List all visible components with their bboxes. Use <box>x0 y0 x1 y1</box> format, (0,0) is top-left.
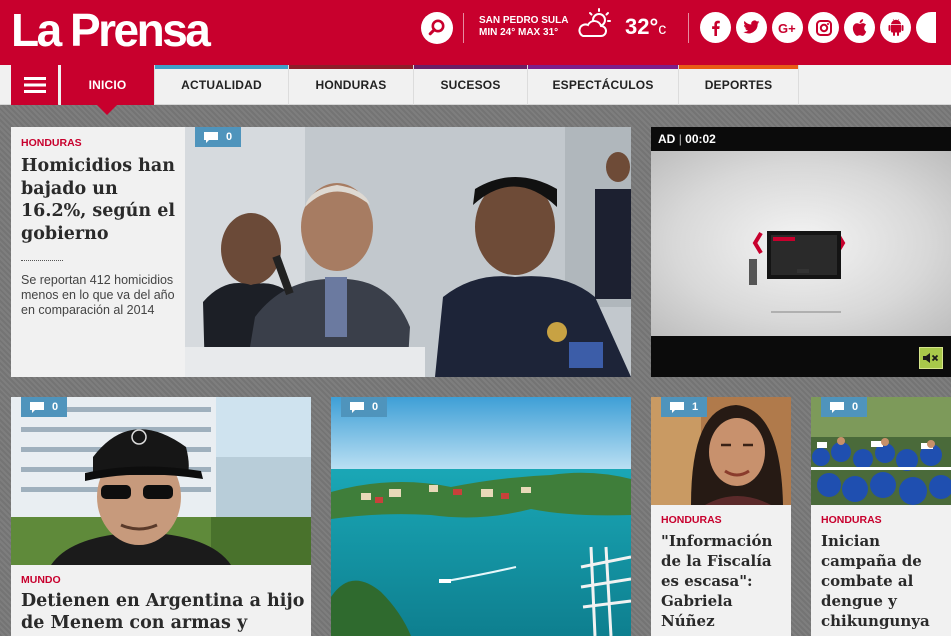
nav-tab-sucesos[interactable]: SUCESOS <box>413 65 527 105</box>
ad-timer: AD | 00:02 <box>658 132 716 146</box>
section-tag[interactable]: HONDURAS <box>21 137 179 149</box>
mute-button[interactable] <box>919 347 943 369</box>
temperature-unit: c <box>658 21 667 38</box>
ad-video-frame[interactable] <box>651 151 951 339</box>
story-photo[interactable] <box>331 397 631 636</box>
svg-text:G+: G+ <box>778 21 796 35</box>
hamburger-menu-button[interactable] <box>11 65 58 105</box>
video-ad-player[interactable]: AD | 00:02 <box>651 127 951 377</box>
search-button[interactable] <box>421 12 453 44</box>
search-icon <box>428 19 445 36</box>
more-social-button[interactable] <box>916 12 936 43</box>
comment-count-badge[interactable]: 0 <box>821 397 868 417</box>
story-headline[interactable]: Inician campaña de combate al dengue y c… <box>821 531 947 631</box>
comment-count: 0 <box>226 131 233 143</box>
comment-count-badge[interactable]: 0 <box>195 127 242 147</box>
instagram-button[interactable] <box>808 12 839 43</box>
nav-tab-deportes[interactable]: DEPORTES <box>678 65 799 105</box>
nav-tab-color-bar <box>679 65 798 69</box>
facebook-button[interactable] <box>700 12 731 43</box>
section-tag[interactable]: MUNDO <box>21 574 306 586</box>
nav-tab-label: SUCESOS <box>440 78 501 92</box>
section-tag[interactable]: HONDURAS <box>661 514 787 526</box>
social-links: G+ <box>700 12 936 43</box>
comment-icon <box>204 131 218 143</box>
nav-tab-color-bar <box>414 65 527 69</box>
comment-icon <box>350 401 364 413</box>
android-app-button[interactable] <box>880 12 911 43</box>
man-with-cap-image <box>11 397 311 565</box>
apple-app-button[interactable] <box>844 12 875 43</box>
speaker-muted-icon <box>923 353 939 363</box>
story-card-photo[interactable]: 0 <box>331 397 631 636</box>
comment-count: 0 <box>52 401 59 413</box>
googleplus-button[interactable]: G+ <box>772 12 803 43</box>
story-headline[interactable]: "Información de la Fiscalía es escasa": … <box>661 531 787 631</box>
nav-tab-label: DEPORTES <box>704 78 773 92</box>
story-text: HONDURAS Inician campaña de combate al d… <box>821 514 947 631</box>
ad-label: AD <box>658 132 676 146</box>
nav-tab-label: HONDURAS <box>315 78 387 92</box>
comment-icon <box>830 401 844 413</box>
weather-info: SAN PEDRO SULA MIN 24° MAX 31° <box>479 15 568 39</box>
featured-summary: Se reportan 412 homicidios menos en lo q… <box>21 273 175 317</box>
featured-story-card[interactable]: HONDURAS Homicidios han bajado un 16.2%,… <box>11 127 631 377</box>
top-header: La Prensa SAN PEDRO SULA MIN 24° MAX 31°… <box>0 0 951 65</box>
hamburger-icon <box>23 77 46 93</box>
featured-story-photo[interactable] <box>185 127 631 377</box>
featured-story-text: HONDURAS Homicidios han bajado un 16.2%,… <box>21 137 179 318</box>
temperature: 32°c <box>625 14 666 40</box>
comment-count: 0 <box>372 401 379 413</box>
story-headline[interactable]: Detienen en Argentina a hijo de Menem co… <box>21 590 306 636</box>
active-tab-indicator <box>97 105 117 115</box>
googleplus-icon: G+ <box>778 21 796 35</box>
story-card-mundo[interactable]: 0 MUNDO Detienen en Argentina a hijo de … <box>11 397 311 636</box>
weather-city-name: SAN PEDRO SULA <box>479 15 569 26</box>
comment-icon <box>30 401 44 413</box>
story-text: MUNDO Detienen en Argentina a hijo de Me… <box>21 574 306 636</box>
nav-tab-espectaculos[interactable]: ESPECTÁCULOS <box>527 65 678 105</box>
comment-count-badge[interactable]: 0 <box>21 397 68 417</box>
island-harbor-image <box>331 397 631 636</box>
apple-icon <box>852 19 867 36</box>
main-navigation: INICIO ACTUALIDAD HONDURAS SUCESOS ESPEC… <box>0 65 951 105</box>
nav-tab-label: ACTUALIDAD <box>181 78 262 92</box>
twitter-button[interactable] <box>736 12 767 43</box>
temperature-value: 32° <box>625 14 659 39</box>
nav-tab-label: INICIO <box>88 78 127 92</box>
comment-count-badge[interactable]: 1 <box>661 397 708 417</box>
twitter-icon <box>743 20 760 34</box>
partly-cloudy-icon <box>578 8 611 37</box>
comment-icon <box>670 401 684 413</box>
ad-separator: | <box>678 132 682 146</box>
headline-divider <box>21 260 63 261</box>
comment-count: 0 <box>852 401 859 413</box>
nav-tab-color-bar <box>528 65 678 69</box>
nav-tab-label: ESPECTÁCULOS <box>552 78 654 92</box>
section-tag[interactable]: HONDURAS <box>821 514 947 526</box>
nav-tab-color-bar <box>155 65 288 69</box>
story-card-honduras-fiscalia[interactable]: 1 HONDURAS "Información de la Fiscalía e… <box>651 397 791 636</box>
android-icon <box>888 19 903 36</box>
comment-count-badge[interactable]: 0 <box>341 397 388 417</box>
header-divider <box>688 13 689 43</box>
nav-tab-actualidad[interactable]: ACTUALIDAD <box>154 65 288 105</box>
site-logo[interactable]: La Prensa <box>11 4 211 56</box>
featured-headline[interactable]: Homicidios han bajado un 16.2%, según el… <box>21 155 179 245</box>
nav-tab-honduras[interactable]: HONDURAS <box>288 65 413 105</box>
ad-time: 00:02 <box>685 132 716 146</box>
nav-tab-color-bar <box>289 65 413 69</box>
tv-product-image <box>749 231 846 339</box>
weather-minmax: MIN 24° MAX 31° <box>479 27 559 38</box>
press-conference-image <box>185 127 631 377</box>
story-text: HONDURAS "Información de la Fiscalía es … <box>661 514 787 631</box>
header-divider <box>463 13 464 43</box>
nav-tab-inicio[interactable]: INICIO <box>59 65 154 105</box>
facebook-icon <box>711 20 720 36</box>
comment-count: 1 <box>692 401 699 413</box>
story-card-honduras-dengue[interactable]: 0 HONDURAS Inician campaña de combate al… <box>811 397 951 636</box>
story-photo[interactable] <box>11 397 311 565</box>
instagram-icon <box>815 19 832 36</box>
